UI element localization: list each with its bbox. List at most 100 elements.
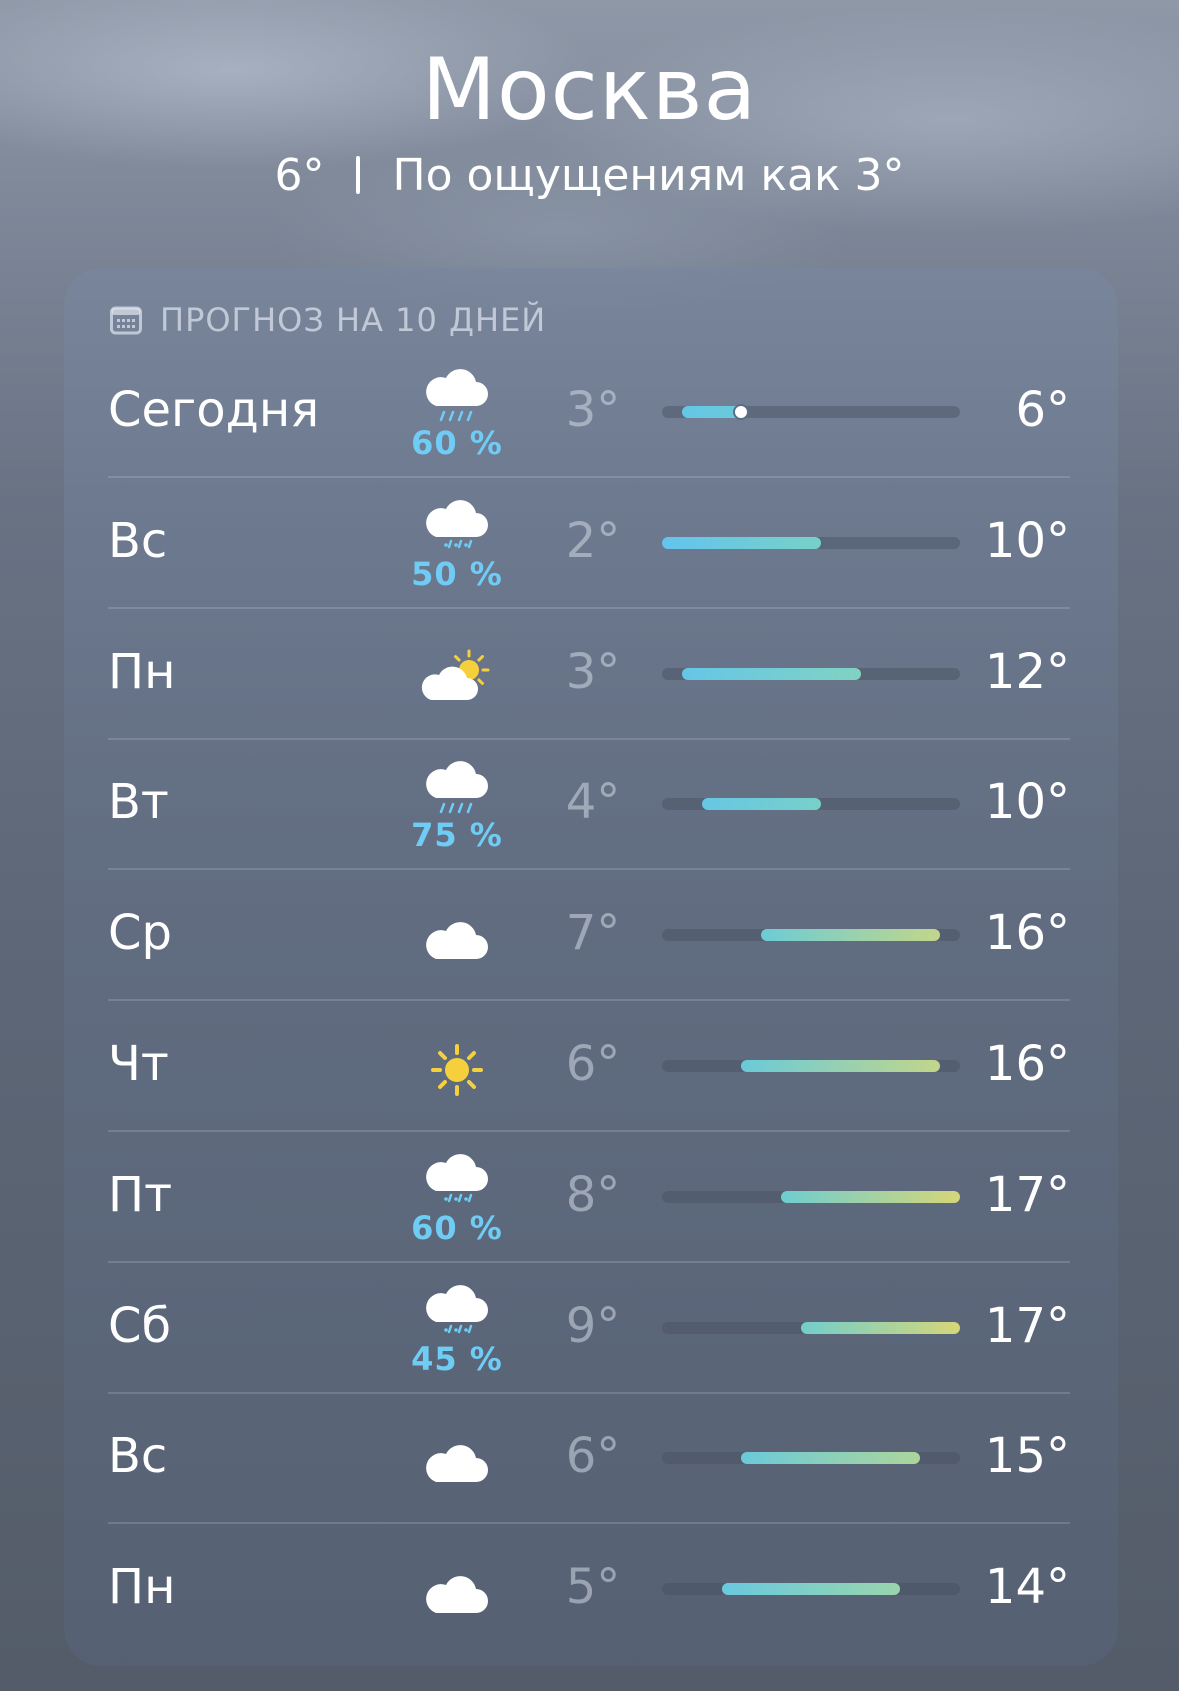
cloud-rain-icon	[426, 369, 488, 422]
high-temp: 10°	[984, 512, 1070, 569]
cloud-sun-icon	[402, 634, 512, 734]
forecast-row[interactable]: Сб 45 % 9° 17°	[108, 1264, 1070, 1394]
ten-day-forecast-card[interactable]: ПРОГНОЗ НА 10 ДНЕЙ Сегодня 60 % 3° 6° Вс 50 %…	[64, 268, 1118, 1666]
cloud-drizzle-icon: 60 %	[402, 1151, 512, 1251]
row-divider	[108, 868, 1070, 871]
low-temp: 7°	[565, 905, 621, 962]
row-divider	[108, 606, 1070, 609]
temperature-range-bar	[662, 1060, 960, 1072]
temperature-range-bar	[662, 798, 960, 811]
temperature-range-bar	[662, 1452, 960, 1465]
forecast-row[interactable]: Чт 6° 16°	[108, 1002, 1070, 1132]
temperature-range-bar	[662, 404, 960, 420]
low-temp: 6°	[565, 1428, 621, 1485]
row-divider	[108, 1260, 1070, 1263]
temperature-range-fill	[701, 798, 821, 811]
cloud-icon	[426, 922, 488, 960]
cloud-drizzle-icon: 50 %	[402, 497, 512, 597]
high-temp: 15°	[984, 1428, 1070, 1485]
temperature-range-fill	[761, 929, 941, 942]
temperature-range-bar	[662, 667, 960, 680]
low-temp: 6°	[565, 1036, 621, 1092]
temperature-range-fill	[801, 1321, 960, 1334]
day-label: Вт	[108, 774, 169, 831]
sun-icon	[431, 1044, 483, 1096]
high-temp: 17°	[984, 1297, 1070, 1354]
forecast-row[interactable]: Пт 60 % 8° 17°	[108, 1133, 1070, 1263]
temperature-range-fill	[721, 1583, 901, 1596]
forecast-row[interactable]: Ср 7° 16°	[108, 871, 1070, 1002]
forecast-row[interactable]: Вс 50 % 2° 10°	[108, 479, 1070, 609]
low-temp: 8°	[565, 1166, 621, 1223]
low-temp: 9°	[565, 1297, 621, 1354]
low-temp: 3°	[565, 382, 621, 438]
cloud-icon	[426, 1445, 488, 1483]
high-temp: 16°	[984, 905, 1070, 962]
precipitation-chance: 45 %	[411, 1339, 503, 1378]
temperature-range-bar	[662, 1321, 960, 1334]
temperature-range-bar	[662, 1190, 960, 1203]
row-divider	[108, 1391, 1070, 1394]
high-temp: 14°	[984, 1559, 1070, 1616]
feels-like: По ощущениям как 3°	[392, 150, 905, 201]
forecast-row[interactable]: Пн 5° 14°	[108, 1525, 1070, 1655]
forecast-row[interactable]: Сегодня 60 % 3° 6°	[108, 348, 1070, 478]
sun-icon	[402, 1026, 512, 1126]
temperature-range-bar	[662, 536, 960, 549]
precipitation-chance: 60 %	[411, 424, 503, 462]
separator	[356, 156, 361, 194]
cloud-drizzle-icon	[426, 1284, 488, 1333]
high-temp: 17°	[984, 1166, 1070, 1223]
cloud-icon	[402, 895, 512, 995]
low-temp: 2°	[565, 512, 621, 569]
temperature-range-fill	[681, 667, 861, 680]
cloud-icon	[426, 1576, 488, 1614]
cloud-sun-icon	[421, 649, 490, 700]
temperature-range-fill	[741, 1060, 941, 1072]
low-temp: 5°	[565, 1559, 621, 1616]
day-label: Ср	[108, 905, 172, 962]
high-temp: 10°	[984, 774, 1070, 831]
cloud-icon	[402, 1418, 512, 1518]
temperature-range-bar	[662, 1583, 960, 1596]
current-temp-marker	[733, 404, 750, 420]
forecast-row[interactable]: Вт 75 % 4° 10°	[108, 740, 1070, 871]
temperature-range-fill	[662, 536, 821, 549]
low-temp: 3°	[565, 643, 621, 700]
precipitation-chance: 50 %	[411, 554, 503, 593]
row-divider	[108, 476, 1070, 478]
day-label: Пт	[108, 1166, 173, 1223]
day-label: Вс	[108, 1428, 168, 1485]
high-temp: 12°	[984, 643, 1070, 700]
forecast-row[interactable]: Пн 3° 12°	[108, 610, 1070, 740]
temperature-range-fill	[741, 1452, 921, 1465]
day-label: Пн	[108, 643, 176, 700]
cloud-icon	[402, 1549, 512, 1649]
city-name: Москва	[421, 40, 758, 140]
cloud-rain-icon: 60 %	[402, 366, 512, 466]
row-divider	[108, 999, 1070, 1002]
temperature-range-fill	[781, 1190, 960, 1203]
forecast-header: ПРОГНОЗ НА 10 ДНЕЙ	[110, 300, 546, 340]
forecast-title: ПРОГНОЗ НА 10 ДНЕЙ	[160, 301, 547, 339]
cloud-rain-icon: 75 %	[402, 758, 512, 858]
cloud-rain-icon	[426, 761, 488, 814]
row-divider	[108, 1130, 1070, 1132]
cloud-drizzle-icon	[426, 499, 488, 549]
precipitation-chance: 75 %	[411, 816, 503, 855]
temperature-range-bar	[662, 929, 960, 942]
day-label: Сб	[108, 1297, 172, 1354]
precipitation-chance: 60 %	[411, 1208, 503, 1247]
cloud-drizzle-icon	[426, 1153, 488, 1203]
cloud-drizzle-icon: 45 %	[402, 1282, 512, 1382]
high-temp: 6°	[1015, 382, 1070, 438]
row-divider	[108, 737, 1070, 740]
current-temp: 6°	[274, 150, 325, 201]
day-label: Пн	[108, 1559, 176, 1616]
day-label: Чт	[108, 1036, 169, 1092]
day-label: Сегодня	[108, 382, 320, 438]
day-label: Вс	[108, 512, 168, 569]
forecast-row[interactable]: Вс 6° 15°	[108, 1394, 1070, 1525]
calendar-icon	[110, 306, 142, 335]
high-temp: 16°	[984, 1036, 1070, 1092]
